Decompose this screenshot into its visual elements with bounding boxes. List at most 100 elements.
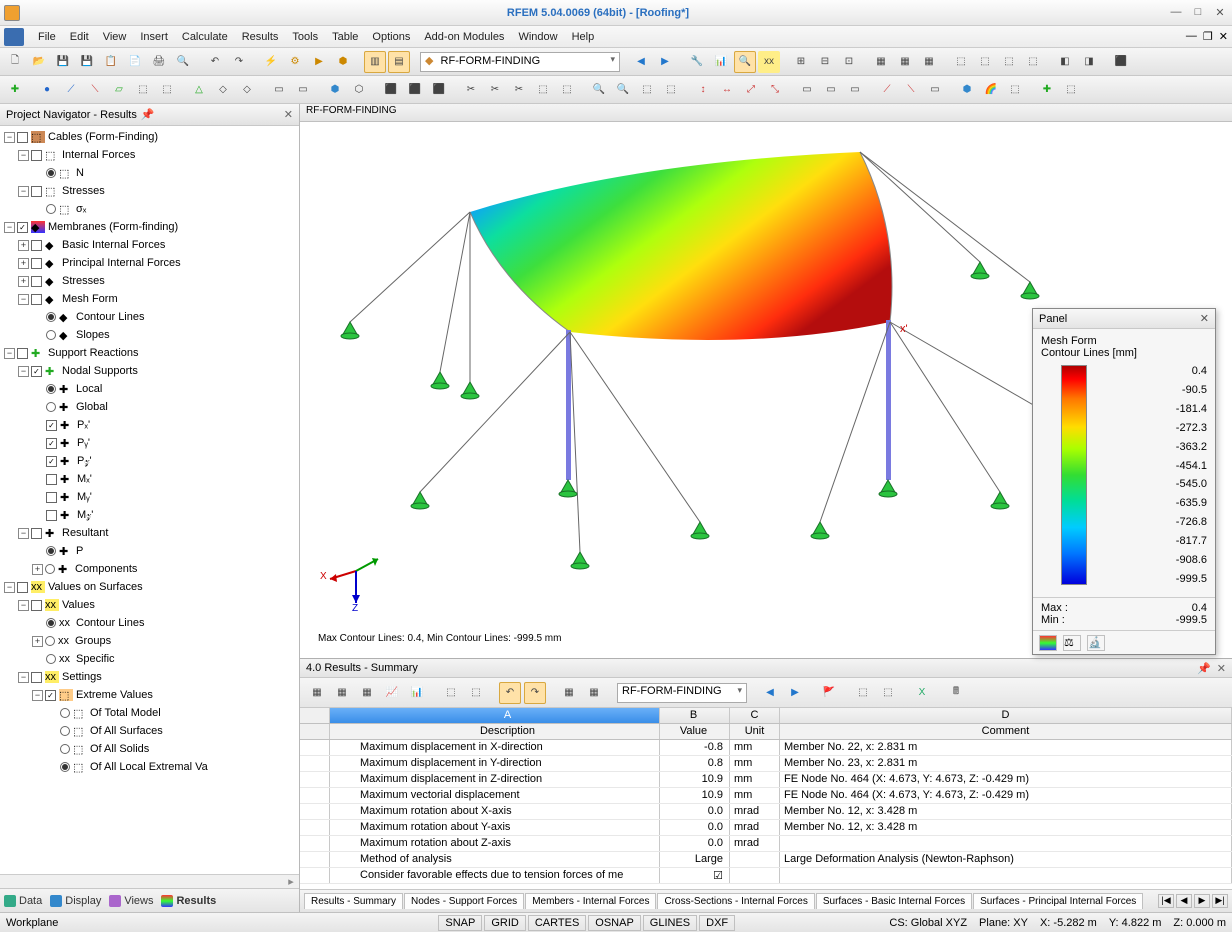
table-row[interactable]: Maximum rotation about Y-axis0.0mradMemb…: [300, 820, 1232, 836]
menu-insert[interactable]: Insert: [134, 29, 174, 45]
panel2-toggle[interactable]: ▤: [388, 51, 410, 73]
menu-edit[interactable]: Edit: [64, 29, 95, 45]
t2-12-icon[interactable]: ▭: [292, 79, 314, 101]
t2-23-icon[interactable]: 🔍: [588, 79, 610, 101]
rtb-7[interactable]: ⬚: [465, 682, 487, 704]
panel1-toggle[interactable]: ▥: [364, 51, 386, 73]
results-pin-icon[interactable]: 📌: [1197, 662, 1211, 675]
rtb-11[interactable]: ▦: [583, 682, 605, 704]
rtb-5[interactable]: 📊: [406, 682, 428, 704]
menu-help[interactable]: Help: [566, 29, 601, 45]
t2-2-icon[interactable]: ●: [36, 79, 58, 101]
rtb-14[interactable]: ⬚: [877, 682, 899, 704]
undo-icon[interactable]: ↶: [204, 51, 226, 73]
tb-i-icon[interactable]: ▦: [894, 51, 916, 73]
t2-20-icon[interactable]: ✂: [508, 79, 530, 101]
panel-icon-2[interactable]: ⚖: [1063, 635, 1081, 651]
rtb-4[interactable]: 📈: [381, 682, 403, 704]
calc2-icon[interactable]: ⚙: [284, 51, 306, 73]
dxf-toggle[interactable]: DXF: [699, 915, 735, 931]
redo-icon[interactable]: ↷: [228, 51, 250, 73]
panel-close-icon[interactable]: ✕: [1200, 312, 1209, 325]
panel-icon-1[interactable]: [1039, 635, 1057, 651]
t2-14-icon[interactable]: ⬡: [348, 79, 370, 101]
rtb-10[interactable]: ▦: [558, 682, 580, 704]
rtab-surf-basic[interactable]: Surfaces - Basic Internal Forces: [816, 893, 972, 909]
table-row[interactable]: Maximum displacement in Z-direction10.9m…: [300, 772, 1232, 788]
mdi-restore[interactable]: ❐: [1203, 30, 1213, 43]
t2-6-icon[interactable]: ⬚: [132, 79, 154, 101]
cartes-toggle[interactable]: CARTES: [528, 915, 586, 931]
t2-29-icon[interactable]: ⤢: [740, 79, 762, 101]
menu-options[interactable]: Options: [366, 29, 416, 45]
tb-j-icon[interactable]: ▦: [918, 51, 940, 73]
calc3-icon[interactable]: ▶: [308, 51, 330, 73]
t2-33-icon[interactable]: ▭: [844, 79, 866, 101]
tb-g-icon[interactable]: ⊡: [838, 51, 860, 73]
t2-32-icon[interactable]: ▭: [820, 79, 842, 101]
t2-38-icon[interactable]: 🌈: [980, 79, 1002, 101]
t2-27-icon[interactable]: ↕: [692, 79, 714, 101]
rtb-12[interactable]: 🚩: [818, 682, 840, 704]
app-menu-icon[interactable]: [4, 28, 24, 46]
next-lc-icon[interactable]: ▶: [654, 51, 676, 73]
t2-11-icon[interactable]: ▭: [268, 79, 290, 101]
loadcase-combo[interactable]: ◆ RF-FORM-FINDING: [420, 52, 620, 72]
tabs-first[interactable]: |◀: [1158, 894, 1174, 908]
t2-10-icon[interactable]: ◇: [236, 79, 258, 101]
t2-22-icon[interactable]: ⬚: [556, 79, 578, 101]
rtb-calc[interactable]: 🖩: [945, 682, 967, 704]
t2-36-icon[interactable]: ▭: [924, 79, 946, 101]
t2-30-icon[interactable]: ⤡: [764, 79, 786, 101]
t2-41-icon[interactable]: ⬚: [1060, 79, 1082, 101]
save-icon[interactable]: 💾: [52, 51, 74, 73]
tb-f-icon[interactable]: ⊟: [814, 51, 836, 73]
t2-25-icon[interactable]: ⬚: [636, 79, 658, 101]
results-combo[interactable]: RF-FORM-FINDING: [617, 683, 747, 703]
tabs-prev[interactable]: ◀: [1176, 894, 1192, 908]
rtab-summary[interactable]: Results - Summary: [304, 893, 403, 909]
t2-7-icon[interactable]: ⬚: [156, 79, 178, 101]
osnap-toggle[interactable]: OSNAP: [588, 915, 641, 931]
rtb-excel[interactable]: X: [911, 682, 933, 704]
tb-e-icon[interactable]: ⊞: [790, 51, 812, 73]
tabs-last[interactable]: ▶|: [1212, 894, 1228, 908]
t2-4-icon[interactable]: ⟍: [84, 79, 106, 101]
print-icon[interactable]: 🖨: [148, 51, 170, 73]
table-row[interactable]: Method of analysisLargeLarge Deformation…: [300, 852, 1232, 868]
rtb-1[interactable]: ▦: [306, 682, 328, 704]
t2-37-icon[interactable]: ⬢: [956, 79, 978, 101]
tb-p-icon[interactable]: ◨: [1078, 51, 1100, 73]
t2-18-icon[interactable]: ✂: [460, 79, 482, 101]
menu-addons[interactable]: Add-on Modules: [418, 29, 510, 45]
menu-file[interactable]: File: [32, 29, 62, 45]
table-row[interactable]: Maximum rotation about Z-axis0.0mrad: [300, 836, 1232, 852]
rtab-cross[interactable]: Cross-Sections - Internal Forces: [657, 893, 814, 909]
results-close-icon[interactable]: ✕: [1217, 662, 1226, 675]
rtab-members[interactable]: Members - Internal Forces: [525, 893, 656, 909]
tab-views[interactable]: Views: [109, 895, 153, 907]
t2-40-icon[interactable]: ✚: [1036, 79, 1058, 101]
save-all-icon[interactable]: 💾: [76, 51, 98, 73]
t2-39-icon[interactable]: ⬚: [1004, 79, 1026, 101]
table-row[interactable]: Maximum vectorial displacement10.9mmFE N…: [300, 788, 1232, 804]
rtb-3[interactable]: ▦: [356, 682, 378, 704]
rtb-2[interactable]: ▦: [331, 682, 353, 704]
copy-icon[interactable]: 📋: [100, 51, 122, 73]
menu-results[interactable]: Results: [236, 29, 285, 45]
panel-icon-3[interactable]: 🔬: [1087, 635, 1105, 651]
t2-34-icon[interactable]: ⟋: [876, 79, 898, 101]
calc-icon[interactable]: ⚡: [260, 51, 282, 73]
table-row[interactable]: Maximum displacement in X-direction-0.8m…: [300, 740, 1232, 756]
tb-m-icon[interactable]: ⬚: [998, 51, 1020, 73]
results-table[interactable]: A B C D Description Value Unit Comment M…: [300, 708, 1232, 890]
tb-k-icon[interactable]: ⬚: [950, 51, 972, 73]
tab-data[interactable]: Data: [4, 895, 42, 907]
t2-31-icon[interactable]: ▭: [796, 79, 818, 101]
menu-window[interactable]: Window: [512, 29, 563, 45]
table-row[interactable]: Consider favorable effects due to tensio…: [300, 868, 1232, 884]
mdi-minimize[interactable]: —: [1186, 30, 1197, 43]
rtb-next[interactable]: ▶: [784, 682, 806, 704]
tb-c-icon[interactable]: 🔍: [734, 51, 756, 73]
t2-35-icon[interactable]: ⟍: [900, 79, 922, 101]
